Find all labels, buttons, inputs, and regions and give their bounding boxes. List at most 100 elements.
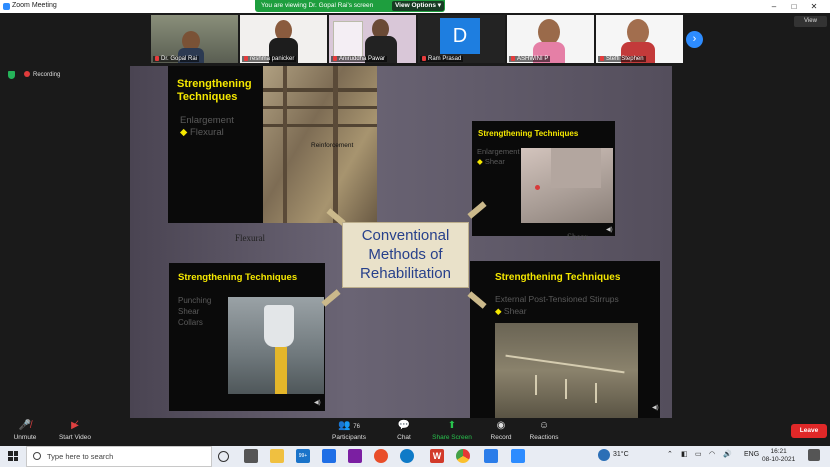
edge-icon[interactable]	[400, 449, 414, 463]
stirrups-photo	[495, 323, 638, 418]
wps-icon[interactable]: W	[430, 449, 444, 463]
share-screen-button[interactable]: ⬆ Share Screen	[429, 420, 475, 441]
volume-icon[interactable]: 🔊	[723, 450, 732, 458]
panel-title: Strengthening Techniques	[478, 129, 579, 138]
reinforcement-photo: Reinforcement	[263, 66, 377, 223]
shear-label: Shear	[567, 232, 588, 242]
muted-mic-icon	[600, 56, 604, 61]
panel-item-shear: ◆ Shear	[495, 306, 527, 316]
flexural-label: Flexural	[235, 233, 265, 243]
window-title: Zoom Meeting	[12, 2, 57, 9]
clock-time: 16:21	[770, 448, 787, 455]
record-icon: ◉	[496, 420, 506, 431]
participant-name: Steffi Stephen	[598, 56, 646, 62]
wifi-icon[interactable]: ◠	[709, 450, 715, 458]
participant-tile[interactable]: D Ram Prasad	[418, 15, 505, 63]
view-button[interactable]: View	[794, 16, 827, 27]
unmute-button[interactable]: 🎤̸ Unmute	[2, 420, 48, 441]
media-player-icon[interactable]	[374, 449, 388, 463]
close-icon[interactable]: ✕	[804, 0, 824, 13]
participant-tile[interactable]: reshma panicker	[240, 15, 327, 63]
network-icon[interactable]: ◧	[681, 450, 688, 458]
language-indicator[interactable]: ENG	[744, 451, 759, 458]
reactions-icon: ☺	[538, 420, 550, 431]
record-dot-icon	[24, 71, 30, 77]
participant-name: Dr. Gopal Rai	[153, 56, 200, 62]
taskbar-search-input[interactable]: Type here to search	[26, 446, 212, 467]
task-view-icon[interactable]	[244, 449, 258, 463]
record-button[interactable]: ◉ Record	[478, 420, 524, 441]
recording-indicator[interactable]: Recording	[24, 71, 60, 78]
panel-title: Strengthening Techniques	[178, 272, 298, 283]
windows-start-icon[interactable]	[8, 451, 18, 461]
participant-tile[interactable]: ASHWINI P	[507, 15, 594, 63]
participant-tile[interactable]: Steffi Stephen	[596, 15, 683, 63]
panel-flexural: Strengthening Techniques Enlargement ◆ F…	[168, 66, 271, 223]
center-title-line: Rehabilitation	[360, 265, 451, 282]
muted-mic-icon	[511, 56, 515, 61]
chrome-icon[interactable]	[456, 449, 470, 463]
dropbox-icon[interactable]	[322, 449, 336, 463]
participant-name: reshma panicker	[242, 56, 297, 62]
speaker-icon: ◀)	[314, 400, 321, 406]
next-page-icon[interactable]: ›	[686, 31, 703, 48]
weather-icon[interactable]	[598, 449, 610, 461]
share-screen-icon: ⬆	[447, 420, 457, 431]
minimize-icon[interactable]: –	[764, 0, 784, 13]
panel-title: Strengthening Techniques	[177, 78, 252, 103]
collar-photo	[228, 297, 324, 394]
notification-center-icon[interactable]	[808, 449, 820, 461]
panel-item: Punching	[178, 296, 212, 305]
taskbar-clock[interactable]: 16:21 08-10-2021	[762, 448, 795, 464]
photo-caption: Reinforcement	[311, 142, 354, 149]
slide-center-title: Conventional Methods of Rehabilitation	[342, 222, 469, 288]
panel-item: Enlargement	[477, 147, 520, 156]
panel-enlargement-shear: Strengthening Techniques Enlargement ◆ S…	[472, 121, 615, 236]
speaker-icon: ◀)	[652, 405, 659, 411]
muted-mic-icon	[333, 56, 337, 61]
muted-mic-icon	[422, 56, 426, 61]
participant-tile[interactable]: Aniruddha Pawar	[329, 15, 416, 63]
screen-share-banner: You are viewing Dr. Gopal Rai's screen V…	[255, 0, 445, 12]
app-icon[interactable]	[348, 449, 362, 463]
shield-icon[interactable]	[8, 71, 15, 79]
panel-item: Shear	[178, 307, 200, 316]
shear-photo	[521, 148, 613, 223]
start-video-button[interactable]: ▶̸ Start Video	[52, 420, 98, 441]
participant-name: Ram Prasad	[420, 56, 464, 62]
muted-mic-icon	[244, 56, 248, 61]
panel-item: Collars	[178, 318, 203, 327]
mail-icon[interactable]: 99+	[296, 449, 310, 463]
muted-mic-icon	[155, 56, 159, 61]
panel-item-flexural: ◆ Flexural	[180, 127, 224, 138]
file-explorer-icon[interactable]	[270, 449, 284, 463]
zoom-taskbar-icon[interactable]	[511, 449, 525, 463]
banner-text: You are viewing Dr. Gopal Rai's screen	[261, 2, 374, 9]
clock-date: 08-10-2021	[762, 456, 796, 463]
panel-item-shear: ◆ Shear	[477, 157, 505, 166]
participant-tile[interactable]: Dr. Gopal Rai	[151, 15, 238, 63]
panel-item: External Post-Tensioned Stirrups	[495, 294, 619, 304]
cortana-icon[interactable]	[218, 451, 229, 462]
participants-button[interactable]: 👥 76 Participants	[326, 420, 372, 441]
speaker-icon: ◀)	[606, 227, 613, 233]
zoom-logo-icon	[3, 3, 10, 10]
video-off-icon: ▶̸	[71, 420, 79, 431]
chat-icon: 💬	[397, 420, 411, 431]
view-options-button[interactable]: View Options ▾	[392, 1, 444, 11]
battery-icon[interactable]: ▭	[695, 450, 702, 458]
muted-microphone-icon: 🎤̸	[18, 420, 32, 431]
maximize-icon[interactable]: □	[784, 0, 804, 13]
app-icon[interactable]	[484, 449, 498, 463]
panel-post-tensioned: Strengthening Techniques External Post-T…	[470, 261, 660, 418]
reactions-button[interactable]: ☺ Reactions	[521, 420, 567, 441]
leave-button[interactable]: Leave	[791, 424, 827, 438]
chevron-up-icon[interactable]: ⌃	[667, 450, 673, 458]
shared-slide: Strengthening Techniques Enlargement ◆ F…	[130, 66, 672, 418]
panel-item: Enlargement	[180, 115, 234, 126]
search-icon	[33, 452, 41, 460]
weather-temp[interactable]: 31°C	[613, 451, 629, 458]
participants-icon: 👥 76	[338, 420, 360, 431]
participant-name: Aniruddha Pawar	[331, 56, 388, 62]
chat-button[interactable]: 💬 Chat	[381, 420, 427, 441]
